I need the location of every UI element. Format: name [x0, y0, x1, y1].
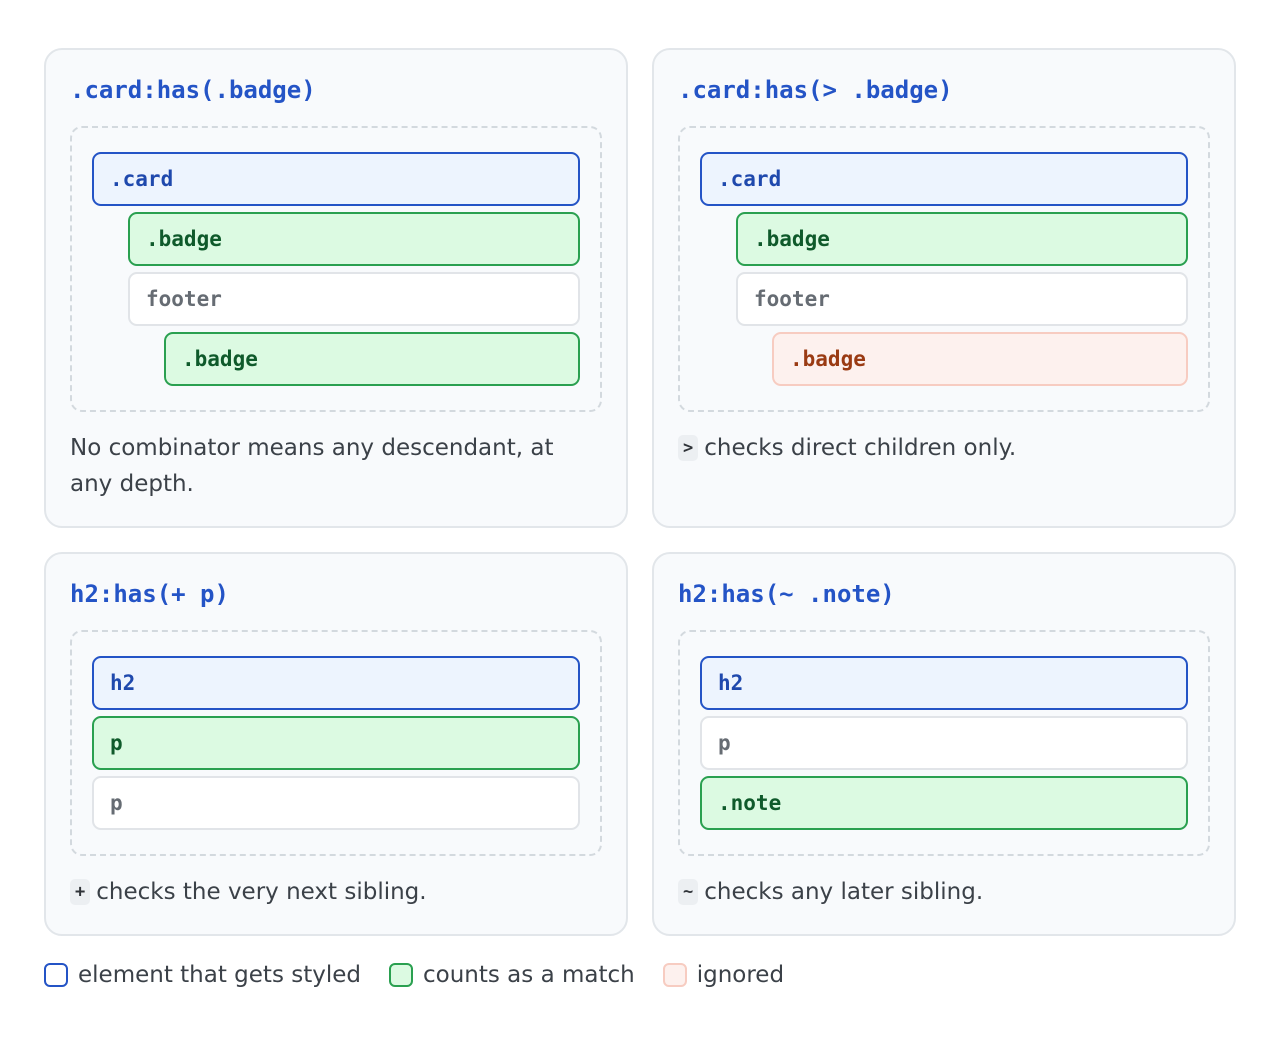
tree-node-p: p: [92, 716, 580, 770]
legend: element that gets styled counts as a mat…: [44, 962, 812, 988]
legend-label: element that gets styled: [78, 962, 361, 988]
panel-general-sibling: h2:has(~ .note) h2 p .note ~ checks any l…: [652, 552, 1236, 936]
tree-node-badge: .badge: [736, 212, 1188, 266]
legend-item-ignored: ignored: [662, 962, 785, 988]
selector-title: h2:has(+ p): [70, 580, 229, 608]
caption-text: checks the very next sibling.: [96, 879, 427, 905]
legend-swatch-match: [389, 963, 413, 987]
panel-caption: ~ checks any later sibling.: [678, 874, 1210, 910]
tree-node-footer: footer: [128, 272, 580, 326]
tree-node-card: .card: [700, 152, 1188, 206]
tree-node-badge: .badge: [128, 212, 580, 266]
tree-node-p: p: [700, 716, 1188, 770]
legend-swatch-styled: [44, 963, 68, 987]
dom-tree: .card .badge footer .badge: [70, 126, 602, 412]
tree-node-nested-badge: .badge: [164, 332, 580, 386]
legend-label: ignored: [696, 962, 785, 988]
dom-tree: .card .badge footer .badge: [678, 126, 1210, 412]
legend-item-styled: element that gets styled: [44, 962, 361, 988]
legend-item-match: counts as a match: [389, 962, 635, 988]
caption-text: No combinator means any descendant, at a…: [70, 435, 554, 497]
selector-title: .card:has(.badge): [70, 76, 316, 104]
panel-caption: > checks direct children only.: [678, 430, 1210, 466]
tree-node-nested-badge: .badge: [772, 332, 1188, 386]
panel-caption: + checks the very next sibling.: [70, 874, 602, 910]
tree-node-card: .card: [92, 152, 580, 206]
dom-tree: h2 p p: [70, 630, 602, 856]
caption-text: checks any later sibling.: [704, 879, 984, 905]
combinator-code: +: [70, 879, 91, 905]
selector-title: h2:has(~ .note): [678, 580, 895, 608]
dom-tree: h2 p .note: [678, 630, 1210, 856]
combinator-code: >: [678, 435, 699, 461]
tree-node-h2: h2: [700, 656, 1188, 710]
tree-node-footer: footer: [736, 272, 1188, 326]
legend-swatch-ignored: [662, 963, 687, 987]
panel-child: .card:has(> .badge) .card .badge footer …: [652, 48, 1236, 528]
combinator-code: ~: [678, 879, 699, 905]
diagram-grid: .card:has(.badge) .card .badge footer .b…: [44, 48, 1236, 936]
caption-text: checks direct children only.: [704, 435, 1017, 461]
panel-adjacent-sibling: h2:has(+ p) h2 p p + checks the very next…: [44, 552, 628, 936]
tree-node-h2: h2: [92, 656, 580, 710]
panel-descendant: .card:has(.badge) .card .badge footer .b…: [44, 48, 628, 528]
legend-label: counts as a match: [423, 962, 635, 988]
tree-node-p: p: [92, 776, 580, 830]
tree-node-note: .note: [700, 776, 1188, 830]
panel-caption: No combinator means any descendant, at a…: [70, 430, 602, 502]
selector-title: .card:has(> .badge): [678, 76, 953, 104]
